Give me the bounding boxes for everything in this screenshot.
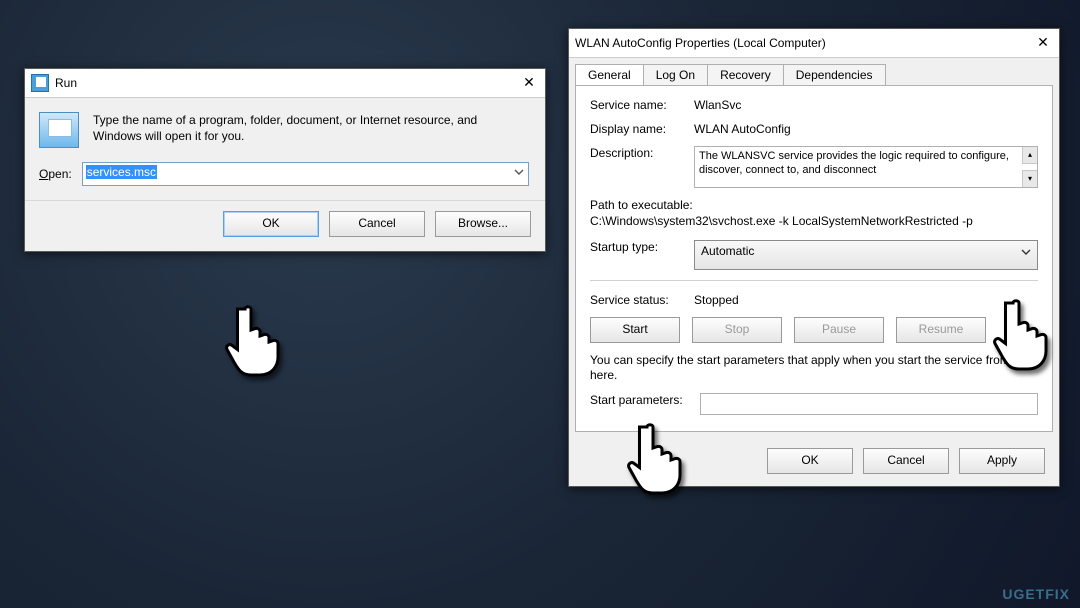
service-properties-dialog: WLAN AutoConfig Properties (Local Comput… xyxy=(568,28,1060,487)
description-box[interactable]: The WLANSVC service provides the logic r… xyxy=(694,146,1038,188)
startup-type-label: Startup type: xyxy=(590,240,694,254)
watermark: UGETFIX xyxy=(1002,586,1070,602)
run-large-icon xyxy=(39,112,79,148)
resume-button: Resume xyxy=(896,317,986,343)
ok-button[interactable]: OK xyxy=(767,448,853,474)
prop-footer-buttons: OK Cancel Apply xyxy=(569,438,1059,486)
start-params-label: Start parameters: xyxy=(590,393,700,407)
cancel-button[interactable]: Cancel xyxy=(329,211,425,237)
startup-type-value: Automatic xyxy=(701,244,754,258)
close-icon[interactable]: ✕ xyxy=(1033,33,1053,53)
start-button[interactable]: Start xyxy=(590,317,680,343)
service-control-buttons: Start Stop Pause Resume xyxy=(590,317,1038,343)
display-name-label: Display name: xyxy=(590,122,694,136)
tab-body: Service name: WlanSvc Display name: WLAN… xyxy=(575,85,1053,432)
prop-tabs: General Log On Recovery Dependencies xyxy=(575,64,1053,85)
open-input-value: services.msc xyxy=(86,165,157,179)
close-icon[interactable]: ✕ xyxy=(519,73,539,93)
path-value: C:\Windows\system32\svchost.exe -k Local… xyxy=(590,214,1038,228)
cancel-button[interactable]: Cancel xyxy=(863,448,949,474)
prop-titlebar[interactable]: WLAN AutoConfig Properties (Local Comput… xyxy=(569,29,1059,58)
run-title: Run xyxy=(55,69,519,97)
run-icon xyxy=(31,74,49,92)
tab-logon[interactable]: Log On xyxy=(643,64,708,85)
stop-button: Stop xyxy=(692,317,782,343)
chevron-down-icon[interactable] xyxy=(1021,247,1031,257)
run-titlebar[interactable]: Run ✕ xyxy=(25,69,545,98)
service-status-value: Stopped xyxy=(694,293,1038,307)
service-status-label: Service status: xyxy=(590,293,694,307)
browse-button[interactable]: Browse... xyxy=(435,211,531,237)
chevron-down-icon[interactable] xyxy=(514,167,524,177)
startup-type-dropdown[interactable]: Automatic xyxy=(694,240,1038,270)
display-name-value: WLAN AutoConfig xyxy=(694,122,1038,136)
pause-button: Pause xyxy=(794,317,884,343)
ok-button[interactable]: OK xyxy=(223,211,319,237)
open-input[interactable]: services.msc xyxy=(82,162,529,186)
description-text: The WLANSVC service provides the logic r… xyxy=(699,150,1009,176)
run-description: Type the name of a program, folder, docu… xyxy=(93,112,529,148)
open-label: Open: xyxy=(39,167,72,181)
path-label: Path to executable: xyxy=(590,198,1038,212)
apply-button[interactable]: Apply xyxy=(959,448,1045,474)
description-label: Description: xyxy=(590,146,694,160)
tab-recovery[interactable]: Recovery xyxy=(707,64,784,85)
tab-general[interactable]: General xyxy=(575,64,644,85)
start-params-input[interactable] xyxy=(700,393,1038,415)
run-button-row: OK Cancel Browse... xyxy=(25,200,545,251)
scroll-up-icon[interactable]: ▴ xyxy=(1022,147,1037,164)
divider xyxy=(590,280,1038,281)
scroll-down-icon[interactable]: ▾ xyxy=(1022,170,1037,187)
tab-dependencies[interactable]: Dependencies xyxy=(783,64,886,85)
start-params-hint: You can specify the start parameters tha… xyxy=(590,353,1038,383)
service-name-value: WlanSvc xyxy=(694,98,1038,112)
run-dialog: Run ✕ Type the name of a program, folder… xyxy=(24,68,546,252)
service-name-label: Service name: xyxy=(590,98,694,112)
prop-title: WLAN AutoConfig Properties (Local Comput… xyxy=(575,29,1033,57)
